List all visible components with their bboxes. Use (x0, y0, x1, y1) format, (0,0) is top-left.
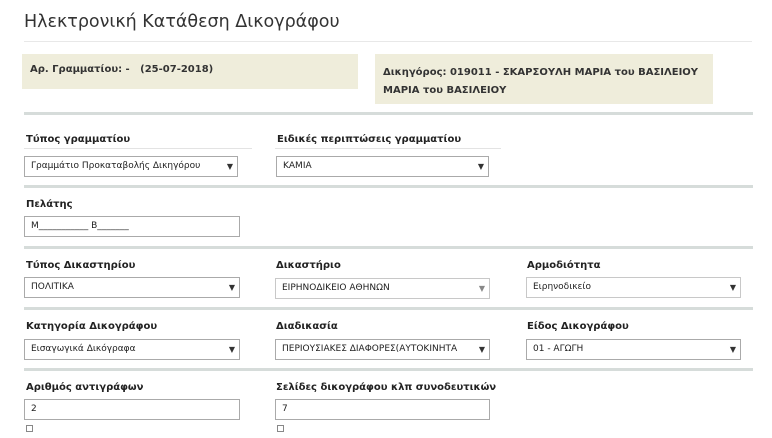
chevron-down-icon: ▼ (228, 345, 235, 354)
procedure-label: Διαδικασία (276, 321, 338, 332)
chevron-down-icon: ▼ (228, 283, 235, 292)
jurisdiction-value: Ειρηνοδικείο (533, 282, 591, 292)
special-cases-select[interactable]: ΚΑΜΙΑ ▼ (276, 156, 489, 177)
page-title: Ηλεκτρονική Κατάθεση Δικογράφου (24, 12, 340, 32)
court-type-label: Τύπος Δικαστηρίου (26, 260, 136, 271)
chevron-down-icon: ▼ (226, 162, 233, 171)
section-divider (24, 368, 753, 371)
court-type-select[interactable]: ΠΟΛΙΤΙΚΑ ▼ (24, 277, 240, 298)
client-label: Πελάτης (26, 199, 73, 210)
chevron-down-icon: ▼ (729, 283, 736, 292)
section-divider (24, 112, 753, 115)
lawyer-info: Δικηγόρος: 019011 - ΣΚΑΡΣΟΥΛΗ ΜΑΡΙΑ του … (383, 64, 703, 100)
jurisdiction-label: Αρμοδιότητα (527, 260, 601, 271)
receipt-type-select[interactable]: Γραμμάτιο Προκαταβολής Δικηγόρου ▼ (24, 156, 238, 177)
label-underline (275, 148, 501, 149)
special-cases-label: Ειδικές περιπτώσεις γραμματίου (277, 134, 462, 145)
pages-checkbox[interactable] (277, 425, 284, 432)
lawyer-line-2: ΜΑΡΙΑ του ΒΑΣΙΛΕΙΟΥ (383, 85, 507, 96)
receipt-type-label: Τύπος γραμματίου (26, 134, 131, 145)
receipt-type-value: Γραμμάτιο Προκαταβολής Δικηγόρου (31, 161, 201, 171)
pages-input[interactable]: 7 (275, 399, 490, 420)
receipt-info: Αρ. Γραμματίου: - (25-07-2018) (30, 64, 214, 75)
court-label: Δικαστήριο (276, 260, 341, 271)
section-divider (24, 246, 753, 249)
chevron-down-icon: ▼ (478, 284, 485, 293)
court-type-value: ΠΟΛΙΤΙΚΑ (31, 282, 74, 292)
document-kind-select[interactable]: 01 - ΑΓΩΓΗ ▼ (526, 339, 741, 360)
client-input[interactable]: Μ___________ Β_______ (24, 216, 240, 237)
document-kind-value: 01 - ΑΓΩΓΗ (533, 344, 584, 354)
document-category-value: Εισαγωγικά Δικόγραφα (31, 344, 136, 354)
special-cases-value: ΚΑΜΙΑ (283, 161, 312, 171)
title-divider (24, 41, 752, 42)
section-divider (24, 185, 753, 188)
court-select[interactable]: ΕΙΡΗΝΟΔΙΚΕΙΟ ΑΘΗΝΩΝ ▼ (275, 278, 490, 299)
document-category-label: Κατηγορία Δικογράφου (26, 321, 158, 332)
court-value: ΕΙΡΗΝΟΔΙΚΕΙΟ ΑΘΗΝΩΝ (282, 283, 390, 293)
chevron-down-icon: ▼ (478, 345, 485, 354)
receipt-info-panel: Αρ. Γραμματίου: - (25-07-2018) (22, 54, 358, 89)
lawyer-info-panel: Δικηγόρος: 019011 - ΣΚΑΡΣΟΥΛΗ ΜΑΡΙΑ του … (375, 54, 713, 104)
jurisdiction-select[interactable]: Ειρηνοδικείο ▼ (526, 277, 741, 298)
section-divider (24, 307, 753, 310)
pages-label: Σελίδες δικογράφου κλπ συνοδευτικών (276, 382, 497, 393)
chevron-down-icon: ▼ (729, 345, 736, 354)
document-kind-label: Είδος Δικογράφου (527, 321, 629, 332)
label-underline (24, 148, 252, 149)
document-category-select[interactable]: Εισαγωγικά Δικόγραφα ▼ (24, 339, 240, 360)
copies-input[interactable]: 2 (24, 399, 240, 420)
lawyer-line-1: Δικηγόρος: 019011 - ΣΚΑΡΣΟΥΛΗ ΜΑΡΙΑ του … (383, 67, 699, 78)
procedure-select[interactable]: ΠΕΡΙΟΥΣΙΑΚΕΣ ΔΙΑΦΟΡΕΣ(ΑΥΤΟΚΙΝΗΤΑ ▼ (275, 339, 490, 360)
chevron-down-icon: ▼ (477, 162, 484, 171)
copies-checkbox[interactable] (26, 425, 33, 432)
copies-label: Αριθμός αντιγράφων (26, 382, 144, 393)
procedure-value: ΠΕΡΙΟΥΣΙΑΚΕΣ ΔΙΑΦΟΡΕΣ(ΑΥΤΟΚΙΝΗΤΑ (282, 344, 458, 354)
